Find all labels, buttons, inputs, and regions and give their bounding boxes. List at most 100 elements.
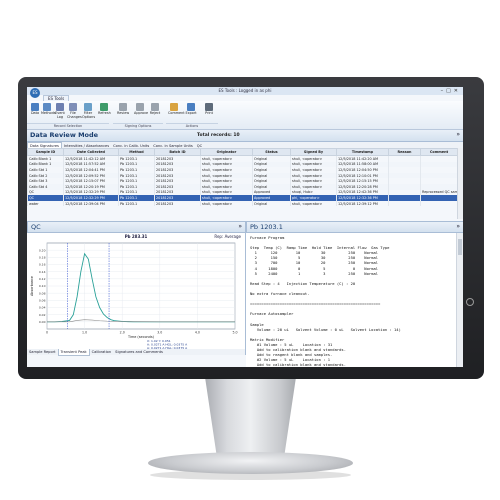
approve-icon xyxy=(136,103,144,111)
qc-chart-panel: Pb 283.31 Rep: Average 0.00 0.02 0.04 0.06 0… xyxy=(27,233,246,355)
table-cell: 12/5/2018 12:39:04 PM xyxy=(63,200,119,207)
power-button-icon[interactable] xyxy=(466,298,474,306)
table-cell: Reprocessed QC sample xyxy=(420,189,458,196)
table-cell xyxy=(420,200,458,207)
x-tick-label: 2.0 xyxy=(120,331,125,335)
monitor-stand-neck xyxy=(205,379,296,459)
pb-panel-header: Pb 1203.1 » xyxy=(246,221,463,233)
pb-collapse-chevron-icon[interactable]: » xyxy=(456,223,460,230)
app-logo-icon[interactable]: ES xyxy=(30,88,40,98)
export-button[interactable]: Export xyxy=(185,103,197,116)
table-cell: 12/5/2018 12:39:12 PM xyxy=(336,200,389,207)
column-header[interactable]: Method xyxy=(118,148,155,156)
ribbon-button-label: Approve xyxy=(134,111,149,115)
tab-sample-report[interactable]: Sample Report xyxy=(27,349,58,355)
record-count: Total records: 10 xyxy=(197,133,240,138)
ribbon-button-label: Reject xyxy=(149,111,161,115)
refresh-button[interactable]: Refresh xyxy=(98,103,111,116)
window-titlebar: ES Tools : Logged in as phi –□✕ xyxy=(27,87,463,95)
event-log-button[interactable]: Event Log xyxy=(54,103,66,119)
file-changes-button[interactable]: File Changes xyxy=(67,103,82,119)
reject-button[interactable]: Reject xyxy=(149,103,161,116)
table-row[interactable]: water 12/5/2018 12:39:04 PM Pb 1203.1 20181… xyxy=(27,200,458,207)
filter-icon xyxy=(84,103,92,111)
refresh-icon xyxy=(100,103,108,111)
y-tick-label: 0.00 xyxy=(39,320,46,324)
column-header[interactable]: Originator xyxy=(200,148,253,156)
x-tick-label: 5.0 xyxy=(232,331,237,335)
pb-panel-title: Pb 1203.1 xyxy=(250,223,283,231)
methods-button[interactable]: Methods xyxy=(41,103,55,116)
column-header[interactable]: Signed By xyxy=(290,148,337,156)
column-header[interactable]: Reason xyxy=(388,148,421,156)
absorbance-chart[interactable]: 0.00 0.02 0.04 0.06 0.08 0.10 0.12 0.14 0.16 0.18… xyxy=(27,233,245,349)
ribbon-button-label: Export xyxy=(185,111,197,115)
window-title: ES Tools : Logged in as phi xyxy=(218,88,272,93)
column-header[interactable]: Date Collected xyxy=(63,148,119,156)
event-log-icon xyxy=(56,103,64,111)
qc-panel-header: QC » xyxy=(27,221,246,233)
y-tick-label: 0.14 xyxy=(39,270,46,274)
table-cell: Original xyxy=(252,200,291,207)
comment-button[interactable]: Comment xyxy=(168,103,185,116)
ribbon-group-label: Actions xyxy=(166,123,218,129)
x-tick-label: 3.0 xyxy=(157,331,162,335)
method-scrollbar[interactable] xyxy=(456,233,463,367)
y-tick-label: 0.04 xyxy=(39,306,46,310)
y-tick-label: 0.10 xyxy=(39,284,46,288)
comment-icon xyxy=(170,103,178,111)
qc-collapse-chevron-icon[interactable]: » xyxy=(238,223,242,230)
column-header[interactable]: Status xyxy=(252,148,291,156)
tab-calibration[interactable]: Calibration xyxy=(90,349,114,355)
print-icon xyxy=(205,103,213,111)
y-tick-label: 0.18 xyxy=(39,256,46,260)
x-tick-label: 0 xyxy=(46,331,48,335)
review-icon xyxy=(119,103,127,111)
data-button[interactable]: Data xyxy=(29,103,41,116)
methods-icon xyxy=(43,103,51,111)
x-tick-label: 4.0 xyxy=(195,331,200,335)
export-icon xyxy=(187,103,195,111)
records-table: Sample ID Date Collected Method Batch ID Ori… xyxy=(27,148,458,207)
ribbon-button-label: File Changes xyxy=(67,111,82,119)
column-header[interactable]: Timestamp xyxy=(336,148,389,156)
window-controls[interactable]: –□✕ xyxy=(441,87,461,95)
table-cell: shuli, <operator> xyxy=(290,200,337,207)
mode-header: Data Review Mode Total records: 10 » xyxy=(27,130,463,142)
filter-options-button[interactable]: Filter Options xyxy=(82,103,96,119)
page-title: Data Review Mode xyxy=(30,131,99,139)
table-cell xyxy=(388,200,421,207)
ribbon-toolbar: Data Methods Event Log File Changes Filter O… xyxy=(27,101,463,130)
column-header[interactable]: Sample ID xyxy=(27,148,64,156)
qc-panel-title: QC xyxy=(31,223,41,231)
y-tick-label: 0.08 xyxy=(39,291,46,295)
reject-icon xyxy=(151,103,159,111)
tab-signatures-and-comments[interactable]: Signatures and Comments xyxy=(113,349,165,355)
y-axis-label: Absorbance xyxy=(30,276,34,296)
data-icon xyxy=(31,103,39,111)
approve-button[interactable]: Approve xyxy=(134,103,149,116)
method-report-text: Furnace Program Step Temp (C) Ramp Time … xyxy=(250,235,401,367)
method-text-panel: Furnace Program Step Temp (C) Ramp Time … xyxy=(246,233,463,367)
column-header[interactable]: Batch ID xyxy=(154,148,201,156)
review-button[interactable]: Review xyxy=(117,103,129,116)
table-cell: shuli, <operator> xyxy=(200,200,253,207)
y-tick-label: 0.16 xyxy=(39,263,46,267)
file-changes-icon xyxy=(69,103,77,111)
table-scrollbar[interactable] xyxy=(457,148,463,219)
x-tick-label: 1.0 xyxy=(82,331,87,335)
scroll-thumb[interactable] xyxy=(458,239,462,255)
column-header[interactable]: Comment xyxy=(420,148,458,156)
ribbon-button-label: Print xyxy=(205,111,213,115)
print-button[interactable]: Print xyxy=(203,103,215,116)
ribbon-button-label: Data xyxy=(30,111,40,115)
tab-transient-peak[interactable]: Transient Peak xyxy=(57,349,90,356)
screen: ES Tools : Logged in as phi –□✕ ES ES To… xyxy=(27,87,463,367)
ribbon-group-label: Signing Options xyxy=(113,123,163,129)
ribbon-button-label: Comment xyxy=(168,111,185,115)
ribbon-button-label: Filter Options xyxy=(82,111,96,119)
collapse-chevron-icon[interactable]: » xyxy=(456,131,460,138)
ribbon-group-label: Record Selection xyxy=(27,123,109,129)
qc-bottom-tabs: Sample Report Transient Peak Calibration Si… xyxy=(27,349,245,356)
ribbon-button-label: Event Log xyxy=(55,111,65,119)
